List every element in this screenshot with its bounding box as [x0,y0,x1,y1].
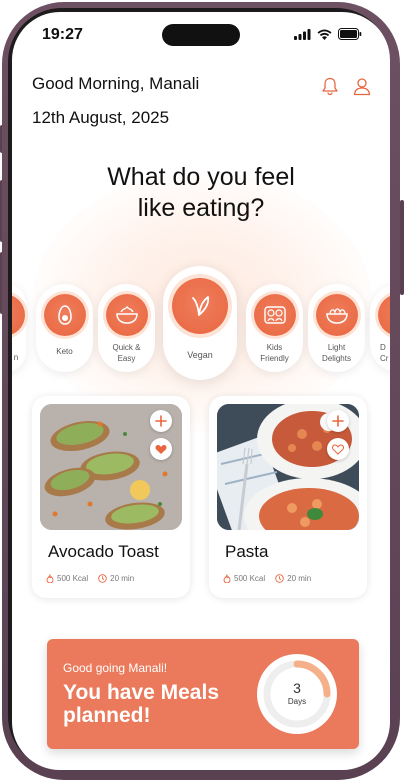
flame-icon [223,574,231,583]
clock-icon [98,574,107,583]
greeting-text: Good Morning, Manali [32,74,200,93]
heart-outline-icon [332,443,344,455]
banner-subtitle: Good going Manali! [63,661,168,675]
food-icon [12,294,25,336]
side-button [400,200,404,295]
date-text: 12th August, 2025 [32,108,170,127]
battery-icon [338,28,362,40]
meal-meta: 500 Kcal 20 min [223,574,311,583]
avocado-icon [43,294,86,336]
favorite-button[interactable] [327,438,349,460]
days-label: Days [287,697,307,706]
cellular-signal-icon [294,28,311,40]
page-title-line: What do you feel [107,163,295,191]
wifi-icon [317,29,332,40]
add-button[interactable] [327,410,349,432]
app-screen: 19:27 Good Morning, Manali 12th August, … [12,12,390,770]
status-bar: 19:27 [12,12,390,62]
page-title-line: like eating? [137,194,265,222]
category-label: D Cr [380,343,389,363]
header-actions [320,76,372,96]
category-label: Vegan [187,350,213,360]
calories: 500 Kcal [46,574,88,583]
category-label: Kids Friendly [260,343,289,363]
category-quick-easy[interactable]: Quick & Easy [98,284,155,372]
banner-title: You have Meals planned! [63,681,220,727]
category-keto[interactable]: Keto [36,284,93,372]
clock-icon [275,574,284,583]
meal-card[interactable]: Avocado Toast 500 Kcal 20 min [32,396,190,598]
cook-time: 20 min [98,574,134,583]
food-icon [377,294,390,336]
category-item[interactable]: n [12,284,26,372]
meal-name: Avocado Toast [48,542,159,561]
profile-icon[interactable] [352,76,372,96]
status-icons [294,28,362,40]
add-button[interactable] [150,410,172,432]
cook-time-value: 20 min [287,574,312,583]
meal-plan-banner[interactable]: Good going Manali! You have Meals planne… [47,639,359,749]
page-title: What do you feel like eating? [12,162,390,224]
plus-icon [155,415,167,427]
category-light-delights[interactable]: Light Delights [308,284,365,372]
plus-icon [332,415,344,427]
meal-meta: 500 Kcal 20 min [46,574,134,583]
cook-time: 20 min [275,574,311,583]
leaf-icon [172,278,228,334]
days-progress-ring: 3 Days [257,654,337,734]
favorite-button[interactable] [150,438,172,460]
category-label: n [13,353,19,362]
calories-value: 500 Kcal [57,574,89,583]
days-value: 3 [293,680,301,696]
calories-value: 500 Kcal [234,574,266,583]
dynamic-island [162,24,240,46]
category-label: Keto [56,347,73,356]
category-carousel[interactable]: n Keto Quick & Easy Vegan Kids Friendly … [12,262,390,392]
cook-time-value: 20 min [110,574,135,583]
status-time: 19:27 [42,26,83,43]
bell-icon[interactable] [320,76,340,96]
bowl-icon [105,294,148,336]
flame-icon [46,574,54,583]
category-item[interactable]: D Cr [370,284,390,372]
category-kids-friendly[interactable]: Kids Friendly [246,284,303,372]
heart-filled-icon [155,444,167,454]
meal-name: Pasta [225,542,269,561]
category-label: Light Delights [322,343,351,363]
meal-card[interactable]: Pasta 500 Kcal 20 min [209,396,367,598]
kids-icon [253,294,296,336]
phone-frame: 19:27 Good Morning, Manali 12th August, … [0,0,404,783]
calories: 500 Kcal [223,574,265,583]
category-vegan[interactable]: Vegan [163,266,237,380]
salad-icon [315,294,358,336]
category-label: Quick & Easy [112,343,141,363]
